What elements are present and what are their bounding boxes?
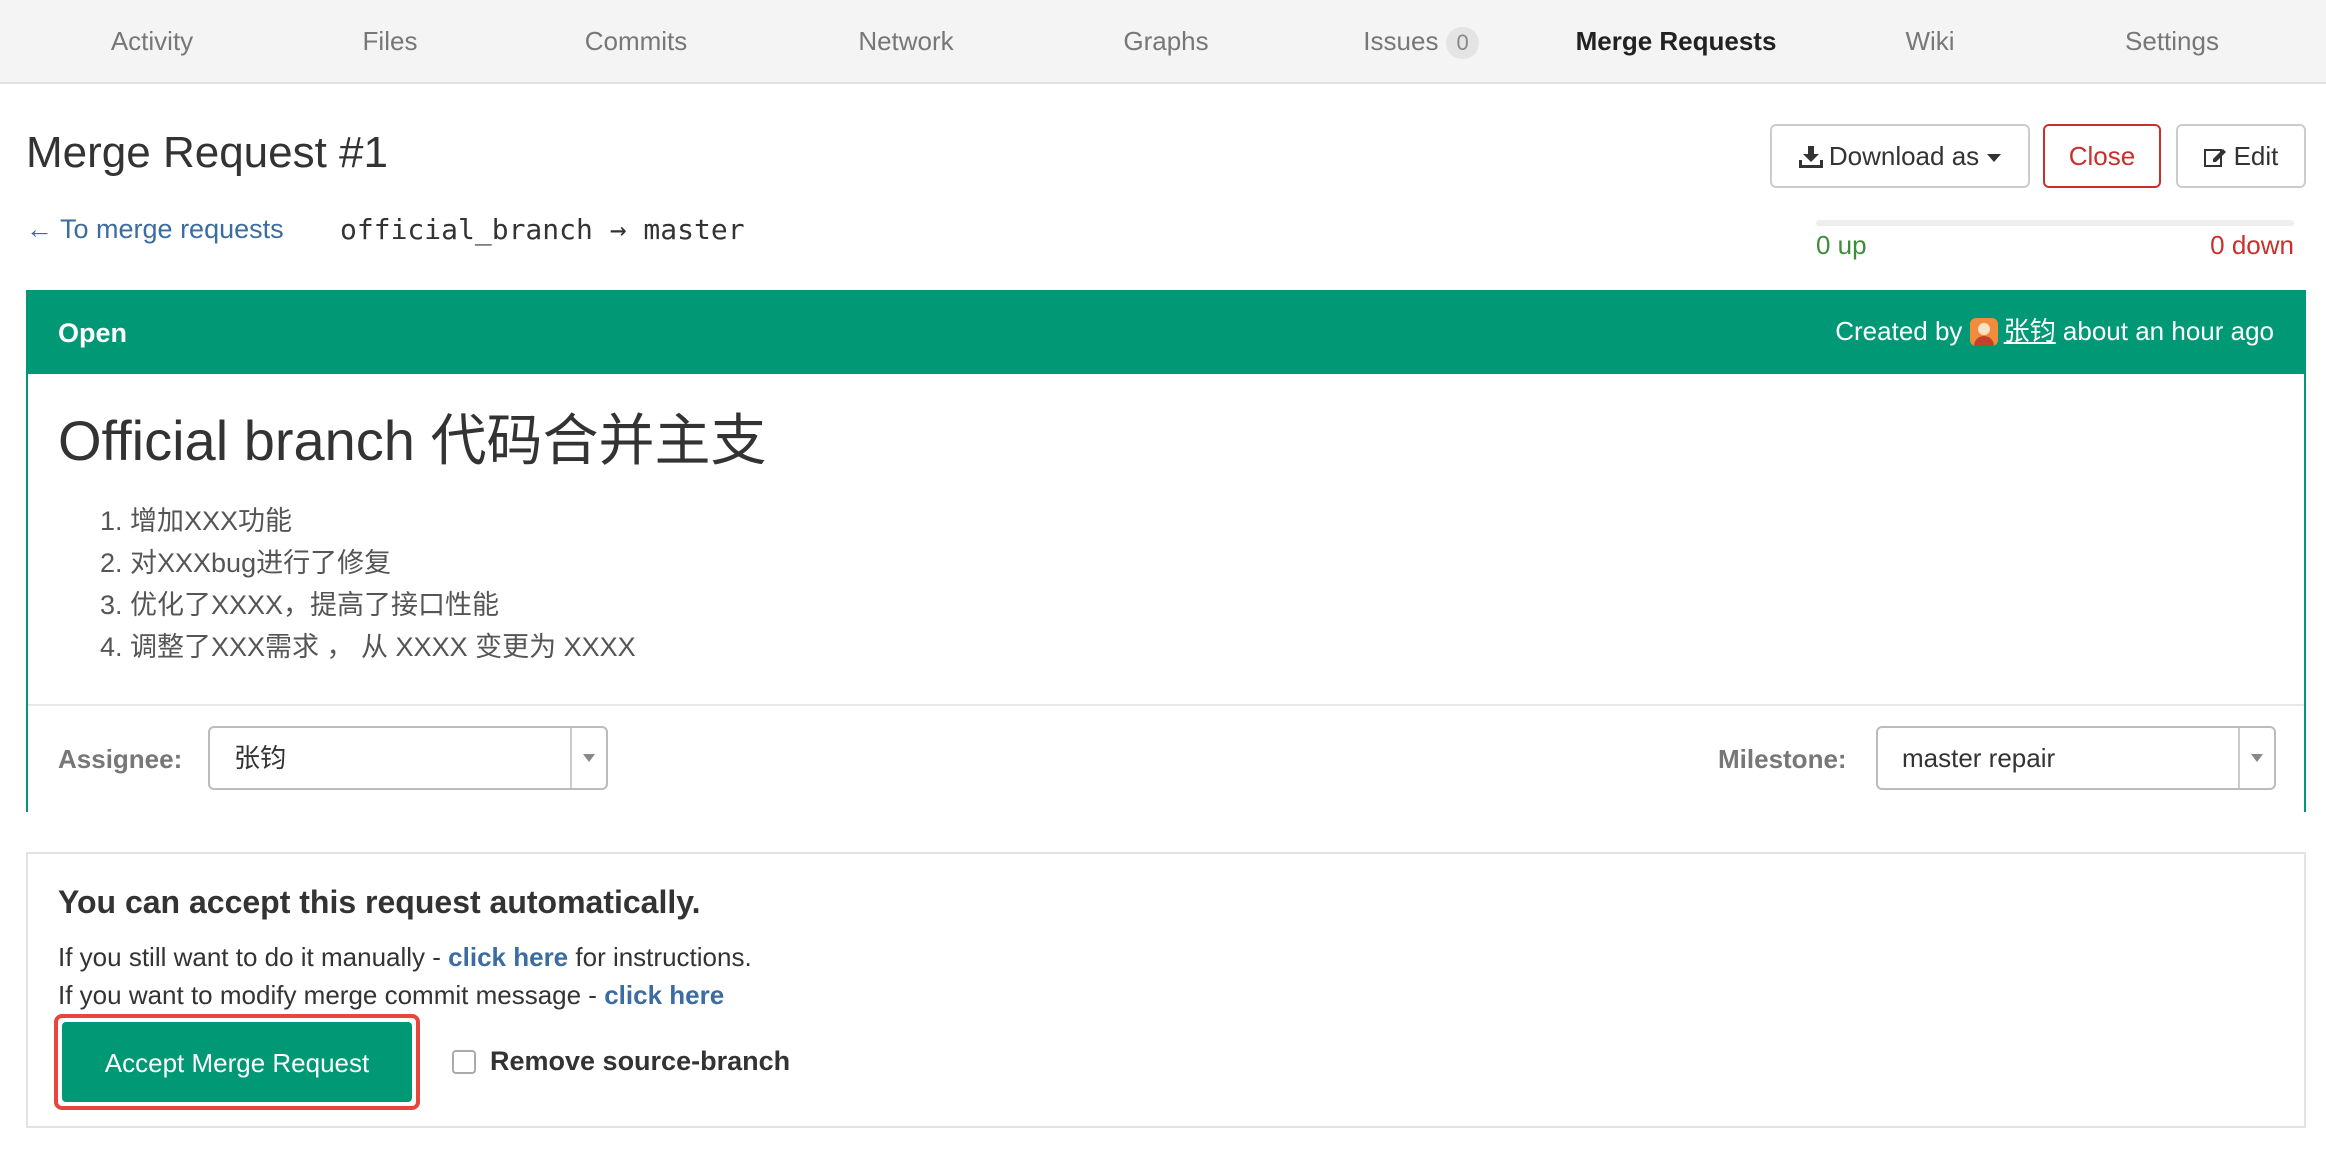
nav-commits-label: Commits — [584, 26, 688, 56]
merge-request-panel: Open Created by 张钧 about an hour ago Off… — [26, 290, 2306, 812]
top-nav: Activity Files Commits Network Graphs Is… — [0, 0, 2326, 84]
vote-progress-bar — [1816, 220, 2294, 226]
modify-message-line: If you want to modify merge commit messa… — [58, 980, 724, 1011]
nav-activity[interactable]: Activity — [92, 0, 212, 82]
nav-issues[interactable]: Issues 0 — [1346, 0, 1496, 82]
created-by-line: Created by 张钧 about an hour ago — [1835, 292, 2274, 370]
edit-icon — [2203, 149, 2226, 167]
milestone-select[interactable]: master repair — [1876, 726, 2276, 790]
nav-graphs-label: Graphs — [1123, 26, 1209, 56]
edit-label: Edit — [2233, 141, 2279, 171]
nav-issues-label: Issues — [1363, 26, 1439, 56]
nav-wiki[interactable]: Wiki — [1880, 0, 1980, 82]
chevron-down-icon — [1987, 154, 2002, 163]
list-item: 3. 优化了XXXX，提高了接口性能 — [100, 590, 500, 620]
nav-files-label: Files — [362, 26, 418, 56]
modify-message-link[interactable]: click here — [604, 980, 724, 1010]
list-item: 1. 增加XXX功能 — [100, 506, 293, 536]
author-link[interactable]: 张钧 — [2004, 316, 2056, 346]
nav-settings[interactable]: Settings — [2106, 0, 2238, 82]
manual-prefix: If you still want to do it manually - — [58, 942, 449, 972]
nav-files[interactable]: Files — [330, 0, 450, 82]
remove-source-branch-checkbox[interactable] — [452, 1050, 476, 1074]
nav-wiki-label: Wiki — [1905, 26, 1955, 56]
status-badge: Open — [58, 318, 128, 348]
close-label: Close — [2068, 141, 2136, 171]
list-item: 2. 对XXXbug进行了修复 — [100, 548, 392, 578]
list-item: 4. 调整了XXX需求 ， 从 XXXX 变更为 XXXX — [100, 632, 636, 662]
download-as-label: Download as — [1828, 141, 1980, 171]
merge-request-description: 1. 增加XXX功能 2. 对XXXbug进行了修复 3. 优化了XXXX，提高… — [100, 500, 636, 668]
nav-activity-label: Activity — [110, 26, 194, 56]
created-prefix: Created by — [1835, 316, 1963, 346]
close-button[interactable]: Close — [2043, 124, 2161, 188]
download-as-button[interactable]: Download as — [1770, 124, 2030, 188]
assignee-value: 张钧 — [234, 743, 287, 773]
votes-up: 0 up — [1816, 230, 1867, 260]
page-title: Merge Request #1 — [26, 128, 388, 177]
milestone-value: master repair — [1902, 743, 2056, 773]
nav-settings-label: Settings — [2125, 26, 2219, 56]
assignee-label: Assignee: — [58, 744, 183, 774]
back-to-merge-requests-link[interactable]: ← To merge requests — [26, 214, 284, 245]
nav-merge-requests[interactable]: Merge Requests — [1566, 0, 1786, 82]
edit-button[interactable]: Edit — [2176, 124, 2306, 188]
merge-request-panel-header: Open Created by 张钧 about an hour ago — [28, 292, 2304, 374]
assignee-select[interactable]: 张钧 — [208, 726, 608, 790]
votes-down: 0 down — [2210, 230, 2294, 260]
merge-request-panel-footer: Assignee: 张钧 Milestone: master repair — [28, 704, 2304, 812]
chevron-down-icon — [2238, 728, 2274, 788]
manual-instructions-link[interactable]: click here — [448, 942, 568, 972]
accept-merge-request-button[interactable]: Accept Merge Request — [62, 1022, 412, 1102]
download-icon — [1798, 146, 1823, 168]
accept-merge-box: You can accept this request automaticall… — [26, 852, 2306, 1128]
branch-info: official_branch → master — [340, 213, 745, 246]
nav-merge-requests-label: Merge Requests — [1575, 26, 1777, 56]
manual-instructions-line: If you still want to do it manually - cl… — [58, 942, 752, 973]
remove-source-branch-label[interactable]: Remove source-branch — [490, 1046, 790, 1077]
nav-network-label: Network — [858, 26, 954, 56]
issues-count-badge: 0 — [1446, 27, 1479, 60]
chevron-down-icon — [570, 728, 606, 788]
nav-commits[interactable]: Commits — [566, 0, 706, 82]
avatar — [1969, 318, 1998, 346]
manual-suffix: for instructions. — [568, 942, 752, 972]
created-time: about an hour ago — [2062, 316, 2274, 346]
modify-prefix: If you want to modify merge commit messa… — [58, 980, 605, 1010]
merge-request-title: Official branch 代码合并主支 — [58, 409, 767, 472]
nav-graphs[interactable]: Graphs — [1106, 0, 1226, 82]
nav-network[interactable]: Network — [836, 0, 976, 82]
accept-title: You can accept this request automaticall… — [58, 884, 701, 920]
milestone-label: Milestone: — [1718, 744, 1847, 774]
